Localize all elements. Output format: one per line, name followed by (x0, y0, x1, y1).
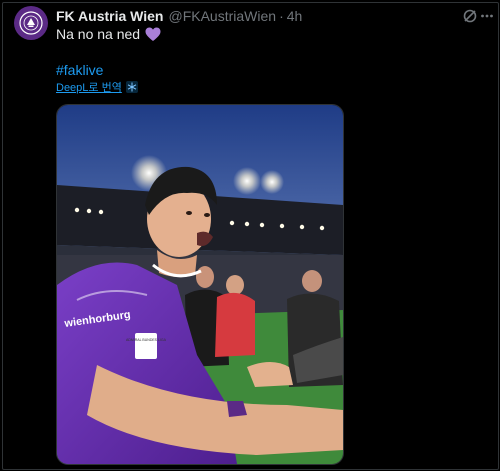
translate-link[interactable]: DeepL로 번역 (56, 79, 138, 95)
league-badge: ADMIRAL BUNDES LIGA (126, 338, 167, 342)
snowflake-icon (125, 81, 138, 93)
tweet-text: Na no na ned (56, 26, 161, 42)
hashtag-link[interactable]: #faklive (56, 62, 103, 78)
separator-dot: · (279, 8, 284, 24)
fk-austria-crest-icon (19, 11, 43, 35)
more-icon[interactable] (480, 9, 494, 23)
translate-label[interactable]: DeepL로 번역 (56, 79, 122, 95)
tweet-photo[interactable]: wienhorburg ADMIRAL BUNDES LIGA (56, 104, 344, 465)
tweet-body: Na no na ned (56, 26, 141, 42)
purple-heart-icon (145, 27, 161, 41)
display-name[interactable]: FK Austria Wien (56, 8, 163, 24)
tweet-header: FK Austria Wien @FKAustriaWien · 4h (56, 8, 460, 24)
user-handle[interactable]: @FKAustriaWien (168, 8, 276, 24)
avatar[interactable] (14, 6, 48, 40)
timestamp[interactable]: 4h (287, 8, 303, 24)
grok-icon[interactable] (462, 8, 478, 24)
